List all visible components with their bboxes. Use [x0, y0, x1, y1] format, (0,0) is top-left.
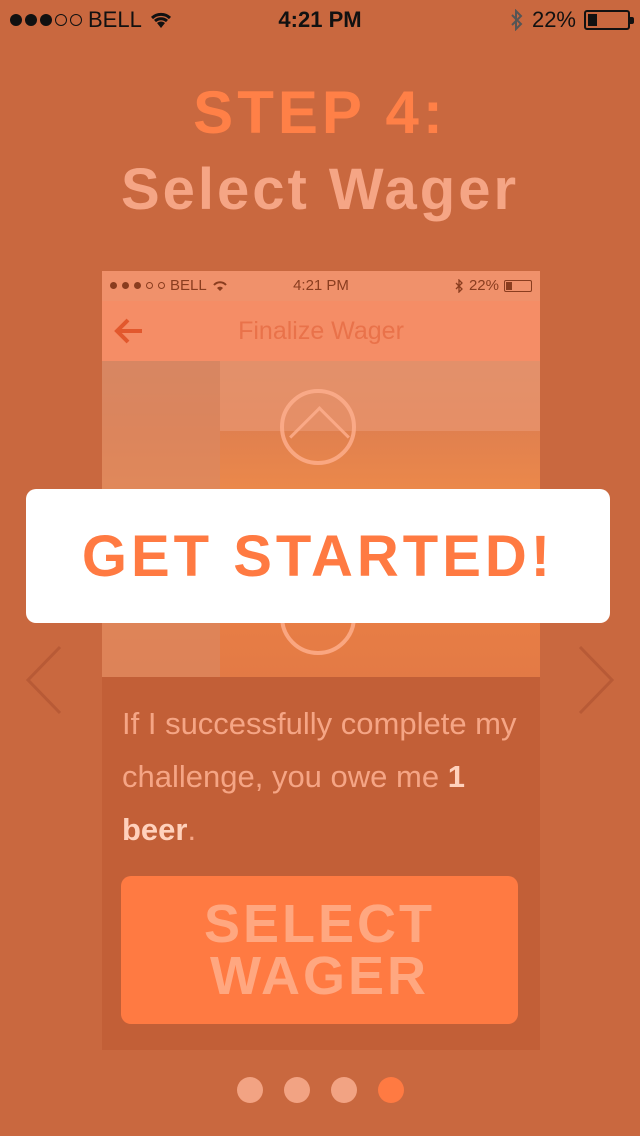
status-bar: BELL 4:21 PM 22%	[0, 0, 640, 40]
chevron-right-icon[interactable]	[560, 645, 630, 715]
page-dot-4-active[interactable]	[377, 1077, 404, 1103]
select-wager-line2: WAGER	[209, 946, 429, 1006]
preview-battery-percent: 22%	[468, 277, 499, 294]
step-title: STEP 4:	[193, 79, 447, 146]
preview-bluetooth-icon	[455, 278, 463, 293]
select-wager-line1: SELECT	[203, 894, 436, 954]
select-wager-button[interactable]: SELECT WAGER	[121, 876, 518, 1024]
step-subtitle: Select Wager	[120, 157, 520, 222]
preview-status-bar: BELL 4:21 PM 22%	[102, 271, 540, 301]
battery-percent: 22%	[531, 7, 576, 32]
chevron-left-icon[interactable]	[10, 645, 80, 715]
increase-wager-icon[interactable]	[280, 389, 356, 465]
wager-description: If I successfully complete my challenge,…	[122, 697, 532, 856]
bluetooth-icon	[511, 9, 523, 31]
preview-battery-icon	[504, 279, 532, 292]
page-dot-3[interactable]	[330, 1077, 357, 1103]
preview-nav-title: Finalize Wager	[238, 317, 404, 345]
page-indicator	[0, 1077, 640, 1103]
get-started-button[interactable]: GET STARTED!	[26, 489, 610, 623]
battery-icon	[584, 10, 634, 30]
status-right: 22%	[510, 7, 634, 33]
preview-status-right: 22%	[455, 277, 532, 294]
page-dot-2[interactable]	[283, 1077, 310, 1103]
preview-navbar: Finalize Wager	[102, 301, 540, 361]
foam-shape	[220, 361, 540, 431]
wager-text-suffix: .	[187, 812, 197, 847]
page-dot-1[interactable]	[236, 1077, 263, 1103]
phone-preview: BELL 4:21 PM 22% Finalize Wager If I suc…	[102, 271, 540, 1050]
